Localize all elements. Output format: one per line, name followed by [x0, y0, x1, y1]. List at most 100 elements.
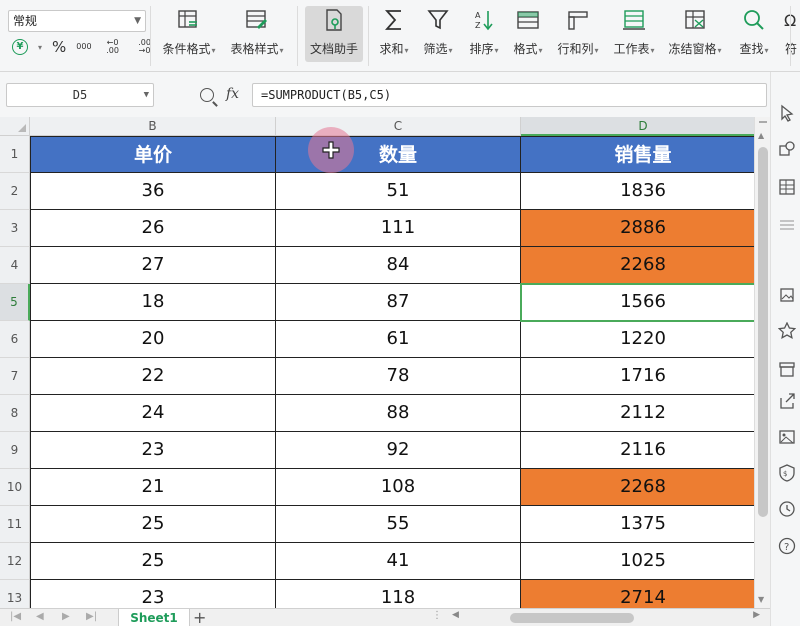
shield-icon[interactable]: $: [778, 464, 796, 482]
doc-assistant-button[interactable]: 文档助手: [305, 6, 363, 62]
freeze-panes-button[interactable]: 冻结窗格▾: [664, 6, 726, 62]
tab-splitter-icon[interactable]: ⋮: [432, 610, 442, 621]
table-cell[interactable]: 1566: [521, 284, 754, 321]
scroll-down-icon[interactable]: ▼: [758, 595, 764, 604]
table-cell[interactable]: 1716: [521, 358, 754, 395]
table-cell[interactable]: 111: [276, 210, 521, 247]
table-cell[interactable]: 118: [276, 580, 521, 608]
table-cell[interactable]: 2268: [521, 247, 754, 284]
table-cell[interactable]: 78: [276, 358, 521, 395]
row-header-10[interactable]: 10: [0, 469, 30, 506]
currency-icon[interactable]: ¥: [12, 39, 28, 55]
header-cell[interactable]: 销售量: [521, 136, 754, 173]
prev-sheet-icon[interactable]: ◀: [36, 611, 44, 622]
scroll-up-icon[interactable]: ▲: [758, 131, 764, 140]
spreadsheet-grid[interactable]: B C D 1 单价 数量 销售量 2 36 51 1836 3 26 111 2886 4 27 84 2268 5…: [0, 117, 754, 608]
table-cell[interactable]: 23: [30, 432, 276, 469]
table-cell[interactable]: 24: [30, 395, 276, 432]
horizontal-scrollbar[interactable]: ◀ ▶: [448, 610, 764, 624]
dropdown-arrow-icon[interactable]: ▾: [765, 46, 769, 55]
row-header-7[interactable]: 7: [0, 358, 30, 395]
split-handle[interactable]: [759, 121, 767, 123]
row-header-6[interactable]: 6: [0, 321, 30, 358]
row-header-9[interactable]: 9: [0, 432, 30, 469]
table-cell[interactable]: 87: [276, 284, 521, 321]
fx-icon[interactable]: fx: [226, 86, 239, 102]
table-cell[interactable]: 51: [276, 173, 521, 210]
table-cell[interactable]: 92: [276, 432, 521, 469]
scroll-left-icon[interactable]: ◀: [452, 610, 459, 620]
dropdown-arrow-icon[interactable]: ▾: [449, 46, 453, 55]
rows-cols-button[interactable]: 行和列▾: [552, 6, 604, 62]
picture-icon[interactable]: [778, 428, 796, 446]
column-header-b[interactable]: B: [30, 117, 276, 136]
zoom-icon[interactable]: [200, 88, 214, 102]
table-cell[interactable]: 23: [30, 580, 276, 608]
table-cell[interactable]: 1025: [521, 543, 754, 580]
table-cell[interactable]: 88: [276, 395, 521, 432]
find-button[interactable]: 查找▾: [734, 6, 774, 62]
table-cell[interactable]: 2714: [521, 580, 754, 608]
table-cell[interactable]: 21: [30, 469, 276, 506]
table-cell[interactable]: 2112: [521, 395, 754, 432]
table-cell[interactable]: 41: [276, 543, 521, 580]
table-cell[interactable]: 2116: [521, 432, 754, 469]
table-icon[interactable]: [778, 178, 796, 196]
table-cell[interactable]: 55: [276, 506, 521, 543]
row-header-3[interactable]: 3: [0, 210, 30, 247]
sort-button[interactable]: A Z 排序▾: [464, 6, 504, 62]
decrease-decimal-icon[interactable]: .00 →0: [134, 39, 156, 55]
table-cell[interactable]: 27: [30, 247, 276, 284]
next-sheet-icon[interactable]: ▶: [62, 611, 70, 622]
table-cell[interactable]: 1220: [521, 321, 754, 358]
conditional-format-button[interactable]: 条件格式▾: [157, 6, 221, 62]
dropdown-arrow-icon[interactable]: ▾: [651, 46, 655, 55]
row-header-12[interactable]: 12: [0, 543, 30, 580]
dropdown-arrow-icon[interactable]: ▾: [495, 46, 499, 55]
thousands-separator-icon[interactable]: 000: [76, 43, 91, 51]
star-icon[interactable]: [778, 322, 796, 340]
symbol-button[interactable]: Ω符: [778, 6, 800, 62]
horizontal-scroll-thumb[interactable]: [510, 613, 634, 623]
settings-icon[interactable]: [778, 216, 796, 234]
share-icon[interactable]: [778, 392, 796, 410]
name-box[interactable]: D5 ▼: [6, 83, 154, 107]
table-cell[interactable]: 1375: [521, 506, 754, 543]
table-cell[interactable]: 18: [30, 284, 276, 321]
table-cell[interactable]: 2886: [521, 210, 754, 247]
row-header-5[interactable]: 5: [0, 284, 30, 321]
table-cell[interactable]: 2268: [521, 469, 754, 506]
image-gallery-icon[interactable]: [778, 286, 796, 304]
dropdown-arrow-icon[interactable]: ▾: [595, 46, 599, 55]
add-sheet-button[interactable]: +: [193, 608, 206, 626]
row-header-11[interactable]: 11: [0, 506, 30, 543]
format-button[interactable]: 格式▾: [508, 6, 548, 62]
shapes-icon[interactable]: [778, 140, 796, 158]
table-cell[interactable]: 84: [276, 247, 521, 284]
table-cell[interactable]: 61: [276, 321, 521, 358]
worksheet-button[interactable]: 工作表▾: [608, 6, 660, 62]
column-header-c[interactable]: C: [276, 117, 521, 136]
row-header-8[interactable]: 8: [0, 395, 30, 432]
table-cell[interactable]: 20: [30, 321, 276, 358]
currency-dropdown-icon[interactable]: ▾: [38, 43, 42, 52]
table-cell[interactable]: 22: [30, 358, 276, 395]
row-header-13[interactable]: 13: [0, 580, 30, 608]
dropdown-arrow-icon[interactable]: ▾: [280, 46, 284, 55]
scroll-right-icon[interactable]: ▶: [753, 610, 760, 620]
table-cell[interactable]: 26: [30, 210, 276, 247]
dropdown-arrow-icon[interactable]: ▾: [212, 46, 216, 55]
increase-decimal-icon[interactable]: ←0 .00: [102, 39, 124, 55]
dropdown-arrow-icon[interactable]: ▾: [539, 46, 543, 55]
table-cell[interactable]: 108: [276, 469, 521, 506]
header-cell[interactable]: 单价: [30, 136, 276, 173]
first-sheet-icon[interactable]: |◀: [10, 611, 21, 622]
vertical-scroll-thumb[interactable]: [758, 147, 768, 517]
row-header-1[interactable]: 1: [0, 136, 30, 173]
last-sheet-icon[interactable]: ▶|: [86, 611, 97, 622]
formula-input[interactable]: =SUMPRODUCT(B5,C5): [252, 83, 767, 107]
row-header-4[interactable]: 4: [0, 247, 30, 284]
table-cell[interactable]: 36: [30, 173, 276, 210]
table-cell[interactable]: 25: [30, 506, 276, 543]
select-all-corner[interactable]: [0, 117, 30, 136]
